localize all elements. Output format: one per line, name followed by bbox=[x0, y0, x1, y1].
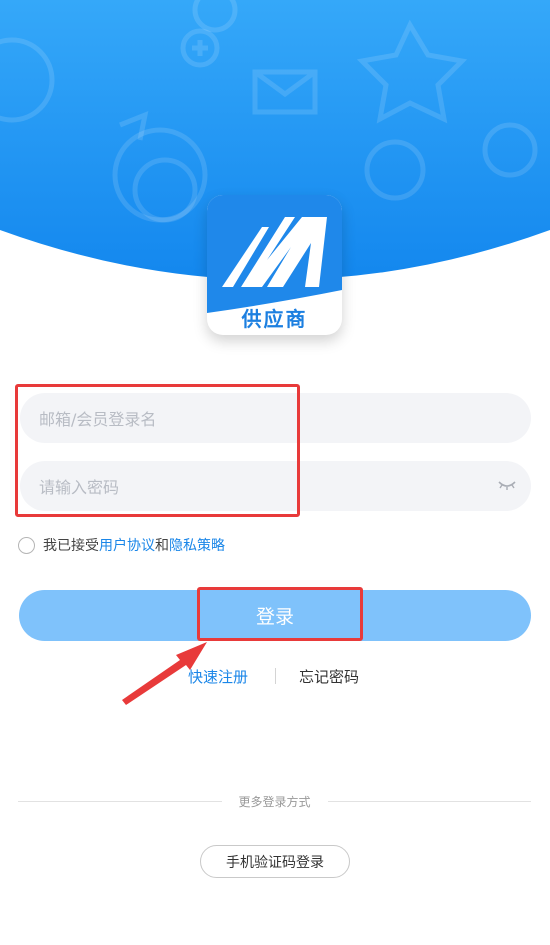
password-input[interactable] bbox=[37, 461, 481, 513]
quick-register-link[interactable]: 快速注册 bbox=[188, 666, 248, 687]
agreement-prefix: 我已接受 bbox=[43, 538, 99, 554]
forgot-password-link[interactable]: 忘记密码 bbox=[299, 666, 359, 687]
privacy-policy-link[interactable]: 隐私策略 bbox=[169, 535, 225, 555]
user-agreement-link[interactable]: 用户协议 bbox=[99, 535, 155, 555]
agreement-radio[interactable] bbox=[18, 536, 35, 554]
auth-links-row: 快速注册 忘记密码 bbox=[0, 666, 550, 688]
agreement-conjunction: 和 bbox=[155, 538, 169, 554]
email-field-container bbox=[20, 393, 531, 445]
email-input[interactable] bbox=[37, 393, 481, 445]
logo-label: 供应商 bbox=[241, 307, 308, 331]
more-login-line-right bbox=[328, 801, 531, 802]
app-logo: 供应商 bbox=[207, 195, 342, 335]
agreement-row: 我已接受 用户协议 和 隐私策略 bbox=[18, 535, 225, 555]
links-divider bbox=[275, 668, 276, 684]
sms-login-button[interactable]: 手机验证码登录 bbox=[200, 845, 350, 878]
eye-closed-icon[interactable] bbox=[497, 478, 517, 492]
more-login-divider: 更多登录方式 bbox=[18, 793, 531, 809]
login-button[interactable]: 登录 bbox=[19, 590, 531, 641]
password-field-container bbox=[20, 461, 531, 513]
